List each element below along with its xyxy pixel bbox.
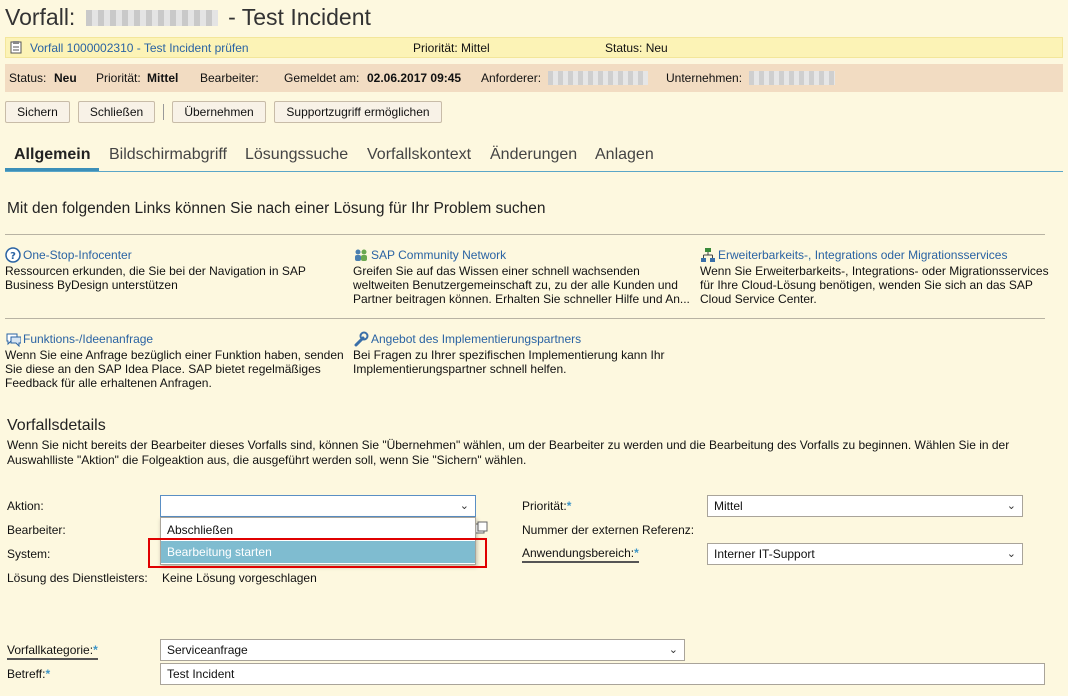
app-area-label-text: Anwendungsbereich: <box>522 546 635 560</box>
chevron-down-icon[interactable]: ⌄ <box>669 643 678 656</box>
task-bar: Vorfall 1000002310 - Test Incident prüfe… <box>5 37 1063 58</box>
subject-input[interactable]: Test Incident <box>160 663 1045 685</box>
highlight-box <box>148 538 487 568</box>
required-marker: * <box>45 667 51 681</box>
category-value: Serviceanfrage <box>167 643 248 657</box>
priority-value: Mittel <box>714 499 743 513</box>
card-title[interactable]: Angebot des Implementierungspartners <box>371 332 581 346</box>
reported-label: Gemeldet am: <box>284 71 360 85</box>
subject-label-text: Betreff: <box>7 667 46 681</box>
system-label: System: <box>7 547 51 561</box>
take-over-button[interactable]: Übernehmen <box>172 101 266 123</box>
hierarchy-icon <box>700 247 716 263</box>
app-area-label[interactable]: Anwendungsbereich:* <box>522 546 639 563</box>
support-access-button[interactable]: Supportzugriff ermöglichen <box>274 101 442 123</box>
priority-label: Priorität:* <box>522 499 571 513</box>
card-description: Bei Fragen zu Ihrer spezifischen Impleme… <box>353 348 665 376</box>
tab-general[interactable]: Allgemein <box>5 146 100 171</box>
task-icon <box>10 41 22 57</box>
chevron-down-icon[interactable]: ⌄ <box>1007 547 1016 560</box>
tab-bar: Allgemein Bildschirmabgriff Lösungssuche… <box>5 146 1063 172</box>
company-label: Unternehmen: <box>666 71 743 85</box>
tab-solution-search[interactable]: Lösungssuche <box>245 146 348 170</box>
community-icon <box>353 247 369 263</box>
toolbar-separator <box>163 104 164 120</box>
value-help-icon[interactable] <box>474 521 488 538</box>
wrench-icon <box>353 331 369 347</box>
task-priority: Priorität: Mittel <box>413 41 490 55</box>
reported-value: 02.06.2017 09:45 <box>367 71 462 85</box>
provider-solution-value: Keine Lösung vorgeschlagen <box>162 571 317 585</box>
processor-label: Bearbeiter: <box>200 71 259 85</box>
card-infocenter: ? One-Stop-Infocenter Ressourcen erkunde… <box>5 247 350 292</box>
status-value: Neu <box>54 71 77 85</box>
tab-screenshot[interactable]: Bildschirmabgriff <box>109 146 227 170</box>
card-extensibility: Erweiterbarkeits-, Integrations oder Mig… <box>700 247 1050 306</box>
card-community: SAP Community Network Greifen Sie auf da… <box>353 247 698 306</box>
app-area-dropdown[interactable]: Interner IT-Support ⌄ <box>707 543 1023 565</box>
divider <box>5 318 1045 319</box>
required-marker: * <box>93 643 98 657</box>
close-button[interactable]: Schließen <box>78 101 155 123</box>
redacted-requester <box>548 71 648 85</box>
category-label[interactable]: Vorfallkategorie:* <box>7 643 98 660</box>
chevron-down-icon[interactable]: ⌄ <box>460 499 469 512</box>
idea-icon <box>5 331 22 348</box>
task-status: Status: Neu <box>605 41 668 55</box>
priority-label: Priorität: <box>96 71 141 85</box>
card-title[interactable]: Funktions-/Ideenanfrage <box>23 332 153 346</box>
requester-label: Anforderer: <box>481 71 542 85</box>
page-title: Vorfall: - Test Incident <box>5 4 371 31</box>
priority-value: Mittel <box>147 71 179 85</box>
card-description: Wenn Sie eine Anfrage bezüglich einer Fu… <box>5 348 344 390</box>
card-idea-request: Funktions-/Ideenanfrage Wenn Sie eine An… <box>5 331 350 390</box>
tab-changes[interactable]: Änderungen <box>490 146 577 170</box>
card-title[interactable]: Erweiterbarkeits-, Integrations oder Mig… <box>718 248 1007 262</box>
redacted-company <box>749 71 835 85</box>
details-title: Vorfallsdetails <box>7 417 106 434</box>
subject-value: Test Incident <box>167 667 235 681</box>
action-label: Aktion: <box>7 499 44 513</box>
details-description: Wenn Sie nicht bereits der Bearbeiter di… <box>7 438 1010 467</box>
card-implementation-partner: Angebot des Implementierungspartners Bei… <box>353 331 698 376</box>
action-dropdown[interactable]: ⌄ <box>160 495 476 517</box>
help-icon: ? <box>5 247 21 263</box>
redacted-incident-id <box>85 9 218 26</box>
status-label: Status: <box>9 71 47 85</box>
svg-text:?: ? <box>10 251 16 262</box>
tab-incident-context[interactable]: Vorfallskontext <box>367 146 471 170</box>
title-suffix: - Test Incident <box>228 4 371 30</box>
required-marker: * <box>566 499 572 513</box>
subject-label: Betreff:* <box>7 667 50 681</box>
info-bar: Status: Neu Priorität: Mittel Bearbeiter… <box>5 64 1063 92</box>
category-dropdown[interactable]: Serviceanfrage ⌄ <box>160 639 685 661</box>
ext-ref-label: Nummer der externen Referenz: <box>522 523 695 537</box>
app-area-value: Interner IT-Support <box>714 547 815 561</box>
required-marker: * <box>634 546 639 560</box>
priority-label-text: Priorität: <box>522 499 567 513</box>
chevron-down-icon[interactable]: ⌄ <box>1007 499 1016 512</box>
title-prefix: Vorfall: <box>5 4 76 30</box>
card-title[interactable]: One-Stop-Infocenter <box>23 248 132 262</box>
category-label-text: Vorfallkategorie: <box>7 643 94 657</box>
save-button[interactable]: Sichern <box>5 101 70 123</box>
processor-label: Bearbeiter: <box>7 523 66 537</box>
provider-solution-label: Lösung des Dienstleisters: <box>7 571 148 585</box>
divider <box>5 234 1045 235</box>
card-description: Ressourcen erkunden, die Sie bei der Nav… <box>5 264 306 292</box>
card-description: Greifen Sie auf das Wissen einer schnell… <box>353 264 690 306</box>
priority-dropdown[interactable]: Mittel ⌄ <box>707 495 1023 517</box>
task-link[interactable]: Vorfall 1000002310 - Test Incident prüfe… <box>30 41 249 55</box>
card-description: Wenn Sie Erweiterbarkeits-, Integrations… <box>700 264 1049 306</box>
tab-attachments[interactable]: Anlagen <box>595 146 654 170</box>
links-heading: Mit den folgenden Links können Sie nach … <box>7 200 546 217</box>
card-title[interactable]: SAP Community Network <box>371 248 506 262</box>
